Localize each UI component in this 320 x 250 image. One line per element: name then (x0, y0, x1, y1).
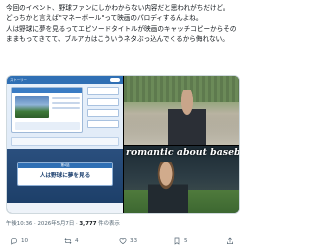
share-icon (227, 237, 233, 244)
repost-icon (64, 238, 72, 244)
bookmark-count: 5 (184, 238, 188, 244)
heart-icon (119, 237, 127, 245)
episode-number: 第4話 (18, 163, 112, 168)
episode-title-card: 第4話 人は野球に夢を見る (17, 162, 113, 186)
reply-count: 10 (21, 238, 29, 244)
movie-still-top-image[interactable] (124, 76, 239, 145)
repost-button[interactable]: 4 (64, 236, 79, 246)
game-header-bar: ストーリー (7, 76, 123, 84)
game-footer (7, 203, 123, 213)
game-header-title: ストーリー (10, 78, 27, 82)
person-figure (148, 162, 188, 213)
episode-title: 人は野球に夢を見る (39, 173, 91, 179)
post-time[interactable]: 午後10:36 (6, 221, 32, 227)
reply-button[interactable]: 10 (10, 236, 28, 246)
movie-subtitle-caption: romantic about baseball? (126, 147, 240, 158)
reply-icon (10, 237, 18, 245)
like-count: 33 (130, 238, 138, 244)
bookmark-button[interactable]: 5 (173, 236, 188, 246)
game-screenshot-image[interactable]: ストーリー 第4話 人は野球に夢を見る (7, 76, 123, 213)
views-label: 件の表示 (98, 221, 120, 227)
like-button[interactable]: 33 (119, 236, 137, 246)
game-scene-thumbnail (15, 96, 49, 118)
game-side-list (87, 87, 119, 133)
post-date[interactable]: 2026年5月7日 (37, 221, 74, 227)
game-episode-panel (11, 87, 83, 133)
views-count: 3,777 (79, 221, 97, 227)
post-meta: 午後10:36 · 2026年5月7日 · 3,777 件の表示 (6, 221, 120, 227)
game-header-button (110, 77, 120, 82)
post-text-line-1: 今回のイベント、野球ファンにしかわからない内容だと思われがちだけど。 (6, 4, 230, 12)
share-button[interactable] (226, 236, 234, 246)
media-grid[interactable]: ストーリー 第4話 人は野球に夢を見る romantic about baseb… (6, 75, 240, 214)
game-banner (11, 137, 119, 146)
bookmark-icon (174, 237, 180, 245)
post-text: 今回のイベント、野球ファンにしかわからない内容だと思われがちだけど。 どっちかと… (6, 3, 242, 45)
action-bar: 10 4 33 5 (0, 234, 247, 248)
repost-count: 4 (75, 238, 79, 244)
post-text-line-3: 人は野球に夢を見るってエピソードタイトルが映画のキャッチコピーからそのままもって… (6, 24, 237, 44)
movie-still-bottom-image[interactable]: romantic about baseball? (124, 146, 240, 213)
person-figure (168, 90, 206, 145)
post-text-line-2: どっちかと言えば"マネーボール"って映画のパロディするんよね。 (6, 14, 203, 23)
